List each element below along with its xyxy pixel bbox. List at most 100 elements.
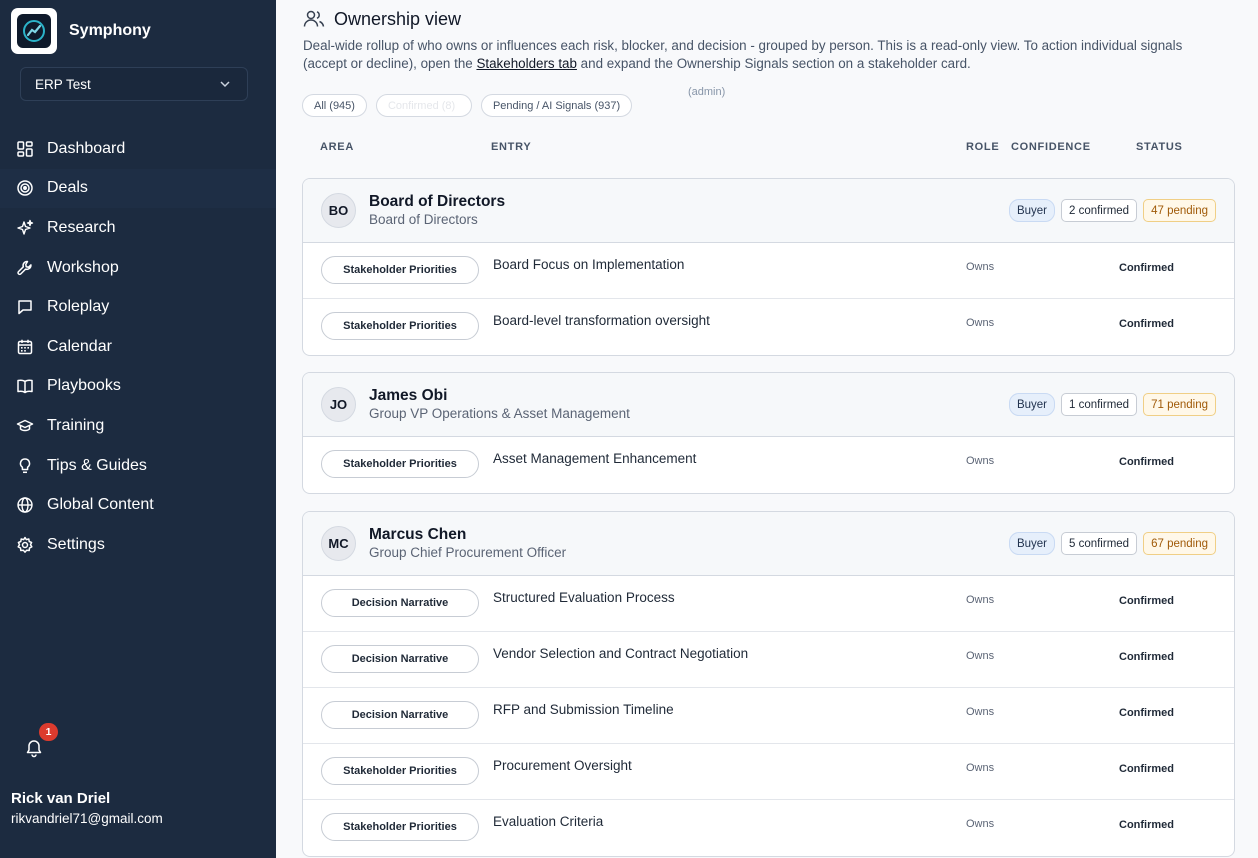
table-row: Stakeholder Priorities Evaluation Criter… — [303, 800, 1234, 856]
stakeholder-group: JO James Obi Group VP Operations & Asset… — [302, 372, 1235, 494]
status-text: Confirmed — [1119, 707, 1174, 719]
column-header-entry: ENTRY — [491, 141, 532, 153]
chat-icon — [18, 300, 32, 315]
sidebar-item-workshop[interactable]: Workshop — [0, 248, 276, 288]
workspace-name: ERP Test — [35, 76, 91, 92]
stakeholder-title: Board of Directors — [369, 212, 478, 227]
stakeholders-tab-link[interactable]: Stakeholders tab — [476, 56, 577, 71]
sidebar-item-label: Roleplay — [47, 298, 110, 316]
stakeholder-group-header[interactable]: JO James Obi Group VP Operations & Asset… — [303, 373, 1234, 437]
user-name[interactable]: Rick van Driel — [11, 790, 110, 807]
sidebar-item-label: Dashboard — [47, 139, 126, 157]
filter-pending-chip[interactable]: Pending / AI Signals (937) — [480, 94, 633, 117]
role-text: Owns — [966, 650, 995, 662]
chevron-down-icon — [220, 81, 230, 88]
buyer-badge: Buyer — [1008, 532, 1055, 555]
entry-text: Asset Management Enhancement — [493, 451, 697, 466]
pending-count-badge: 71 pending — [1143, 393, 1216, 416]
sidebar-item-research[interactable]: Research — [0, 208, 276, 248]
sidebar-item-label: Global Content — [47, 496, 154, 514]
wrench-icon — [17, 260, 32, 275]
column-header-confidence: CONFIDENCE — [1011, 141, 1091, 153]
role-text: Owns — [966, 594, 995, 606]
page-title: Ownership view — [334, 8, 462, 29]
pending-count-badge: 67 pending — [1143, 532, 1216, 555]
page-header: Ownership view — [303, 8, 461, 30]
sidebar-item-label: Playbooks — [47, 377, 121, 395]
confirmed-count-badge: 1 confirmed — [1060, 393, 1138, 416]
sidebar-item-deals[interactable]: Deals — [0, 168, 276, 209]
sparkles-icon — [17, 219, 34, 235]
user-email: rikvandriel71@gmail.com — [11, 811, 163, 826]
role-text: Owns — [966, 317, 995, 329]
entry-text: Procurement Oversight — [493, 758, 632, 773]
table-row: Decision Narrative RFP and Submission Ti… — [303, 688, 1234, 744]
filter-all-chip[interactable]: All (945) — [302, 94, 367, 117]
filter-confirmed-chip[interactable]: Confirmed (8) — [375, 94, 472, 117]
sidebar-item-label: Tips & Guides — [47, 456, 147, 474]
gear-icon — [17, 536, 33, 553]
area-pill: Decision Narrative — [321, 701, 479, 729]
role-text: Owns — [966, 455, 995, 467]
sidebar-item-label: Calendar — [47, 337, 112, 355]
role-text: Owns — [966, 762, 995, 774]
sidebar-item-settings[interactable]: Settings — [0, 525, 276, 565]
sidebar-item-label: Settings — [47, 535, 105, 553]
status-text: Confirmed — [1119, 819, 1174, 831]
users-icon — [303, 10, 325, 27]
area-pill: Decision Narrative — [321, 589, 479, 617]
stakeholder-title: Group VP Operations & Asset Management — [369, 406, 630, 421]
bell-icon[interactable] — [24, 738, 44, 758]
column-header-area: AREA — [320, 141, 354, 153]
globe-icon — [17, 497, 33, 513]
entry-text: Structured Evaluation Process — [493, 590, 675, 605]
table-row: Stakeholder Priorities Procurement Overs… — [303, 744, 1234, 800]
sidebar-item-training[interactable]: Training — [0, 406, 276, 446]
entry-text: Board Focus on Implementation — [493, 257, 685, 272]
entry-text: RFP and Submission Timeline — [493, 702, 674, 717]
main-content: Ownership view Deal-wide rollup of who o… — [276, 0, 1258, 858]
brand[interactable]: Symphony — [11, 8, 151, 54]
notification-count-badge: 1 — [39, 723, 58, 741]
status-text: Confirmed — [1119, 318, 1174, 330]
stakeholder-group-header[interactable]: MC Marcus Chen Group Chief Procurement O… — [303, 512, 1234, 576]
stakeholder-title: Group Chief Procurement Officer — [369, 545, 567, 560]
workspace-selector[interactable]: ERP Test (admin) — [20, 67, 725, 101]
avatar: JO — [321, 387, 356, 422]
column-header-role: ROLE — [966, 141, 1000, 153]
stakeholder-badges: Buyer 2 confirmed 47 pending — [1008, 199, 1216, 222]
avatar: BO — [321, 193, 356, 228]
sidebar-item-tips-guides[interactable]: Tips & Guides — [0, 446, 276, 486]
graduation-cap-icon — [16, 419, 34, 432]
stakeholder-group: MC Marcus Chen Group Chief Procurement O… — [302, 511, 1235, 857]
stakeholder-group-header[interactable]: BO Board of Directors Board of Directors… — [303, 179, 1234, 243]
area-pill: Stakeholder Priorities — [321, 757, 479, 785]
sidebar-item-label: Training — [47, 416, 105, 434]
avatar: MC — [321, 526, 356, 561]
stakeholder-badges: Buyer 1 confirmed 71 pending — [1008, 393, 1216, 416]
filter-chips: All (945) Confirmed (8) Pending / AI Sig… — [302, 94, 633, 117]
entry-text: Evaluation Criteria — [493, 814, 604, 829]
entry-text: Board-level transformation oversight — [493, 313, 710, 328]
area-pill: Stakeholder Priorities — [321, 813, 479, 841]
stakeholder-group: BO Board of Directors Board of Directors… — [302, 178, 1235, 356]
stakeholder-badges: Buyer 5 confirmed 67 pending — [1008, 532, 1216, 555]
app-logo — [11, 8, 57, 54]
page-description: Deal-wide rollup of who owns or influenc… — [303, 38, 1183, 71]
symphony-logo-icon — [23, 20, 45, 42]
area-pill: Stakeholder Priorities — [321, 256, 479, 284]
sidebar-item-playbooks[interactable]: Playbooks — [0, 367, 276, 407]
book-icon — [17, 379, 33, 394]
pending-count-badge: 47 pending — [1143, 199, 1216, 222]
sidebar-item-label: Research — [47, 218, 116, 236]
sidebar-item-calendar[interactable]: Calendar — [0, 327, 276, 367]
area-pill: Decision Narrative — [321, 645, 479, 673]
calendar-icon — [17, 339, 33, 355]
sidebar-item-roleplay[interactable]: Roleplay — [0, 287, 276, 327]
confirmed-count-badge: 2 confirmed — [1060, 199, 1138, 222]
sidebar-item-global-content[interactable]: Global Content — [0, 485, 276, 525]
status-text: Confirmed — [1119, 456, 1174, 468]
stakeholder-name: Board of Directors — [369, 193, 506, 210]
sidebar-item-dashboard[interactable]: Dashboard — [0, 129, 276, 169]
confirmed-count-badge: 5 confirmed — [1060, 532, 1138, 555]
